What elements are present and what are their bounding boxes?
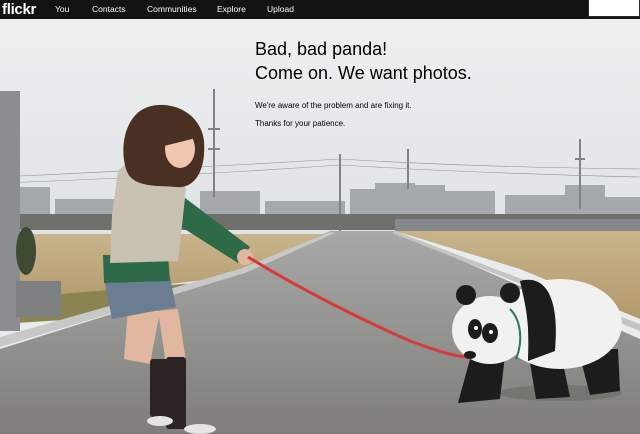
flickr-logo[interactable]: flickr <box>2 0 36 19</box>
nav-upload[interactable]: Upload <box>267 0 294 19</box>
error-photo: Bad, bad panda! Come on. We want photos.… <box>0 19 640 434</box>
top-navigation-bar: flickr You Contacts Communities Explore … <box>0 0 640 19</box>
error-body-line-2: Thanks for your patience. <box>255 119 346 128</box>
search-input[interactable] <box>588 0 640 17</box>
nav-communities[interactable]: Communities <box>147 0 197 19</box>
error-message: Bad, bad panda! Come on. We want photos.… <box>255 37 472 133</box>
error-headline-line-2: Come on. We want photos. <box>255 63 472 83</box>
error-body-line-1: We're aware of the problem and are fixin… <box>255 101 412 110</box>
nav-contacts[interactable]: Contacts <box>92 0 126 19</box>
error-headline-line-1: Bad, bad panda! <box>255 39 388 59</box>
nav-explore[interactable]: Explore <box>217 0 246 19</box>
nav-you[interactable]: You <box>55 0 69 19</box>
